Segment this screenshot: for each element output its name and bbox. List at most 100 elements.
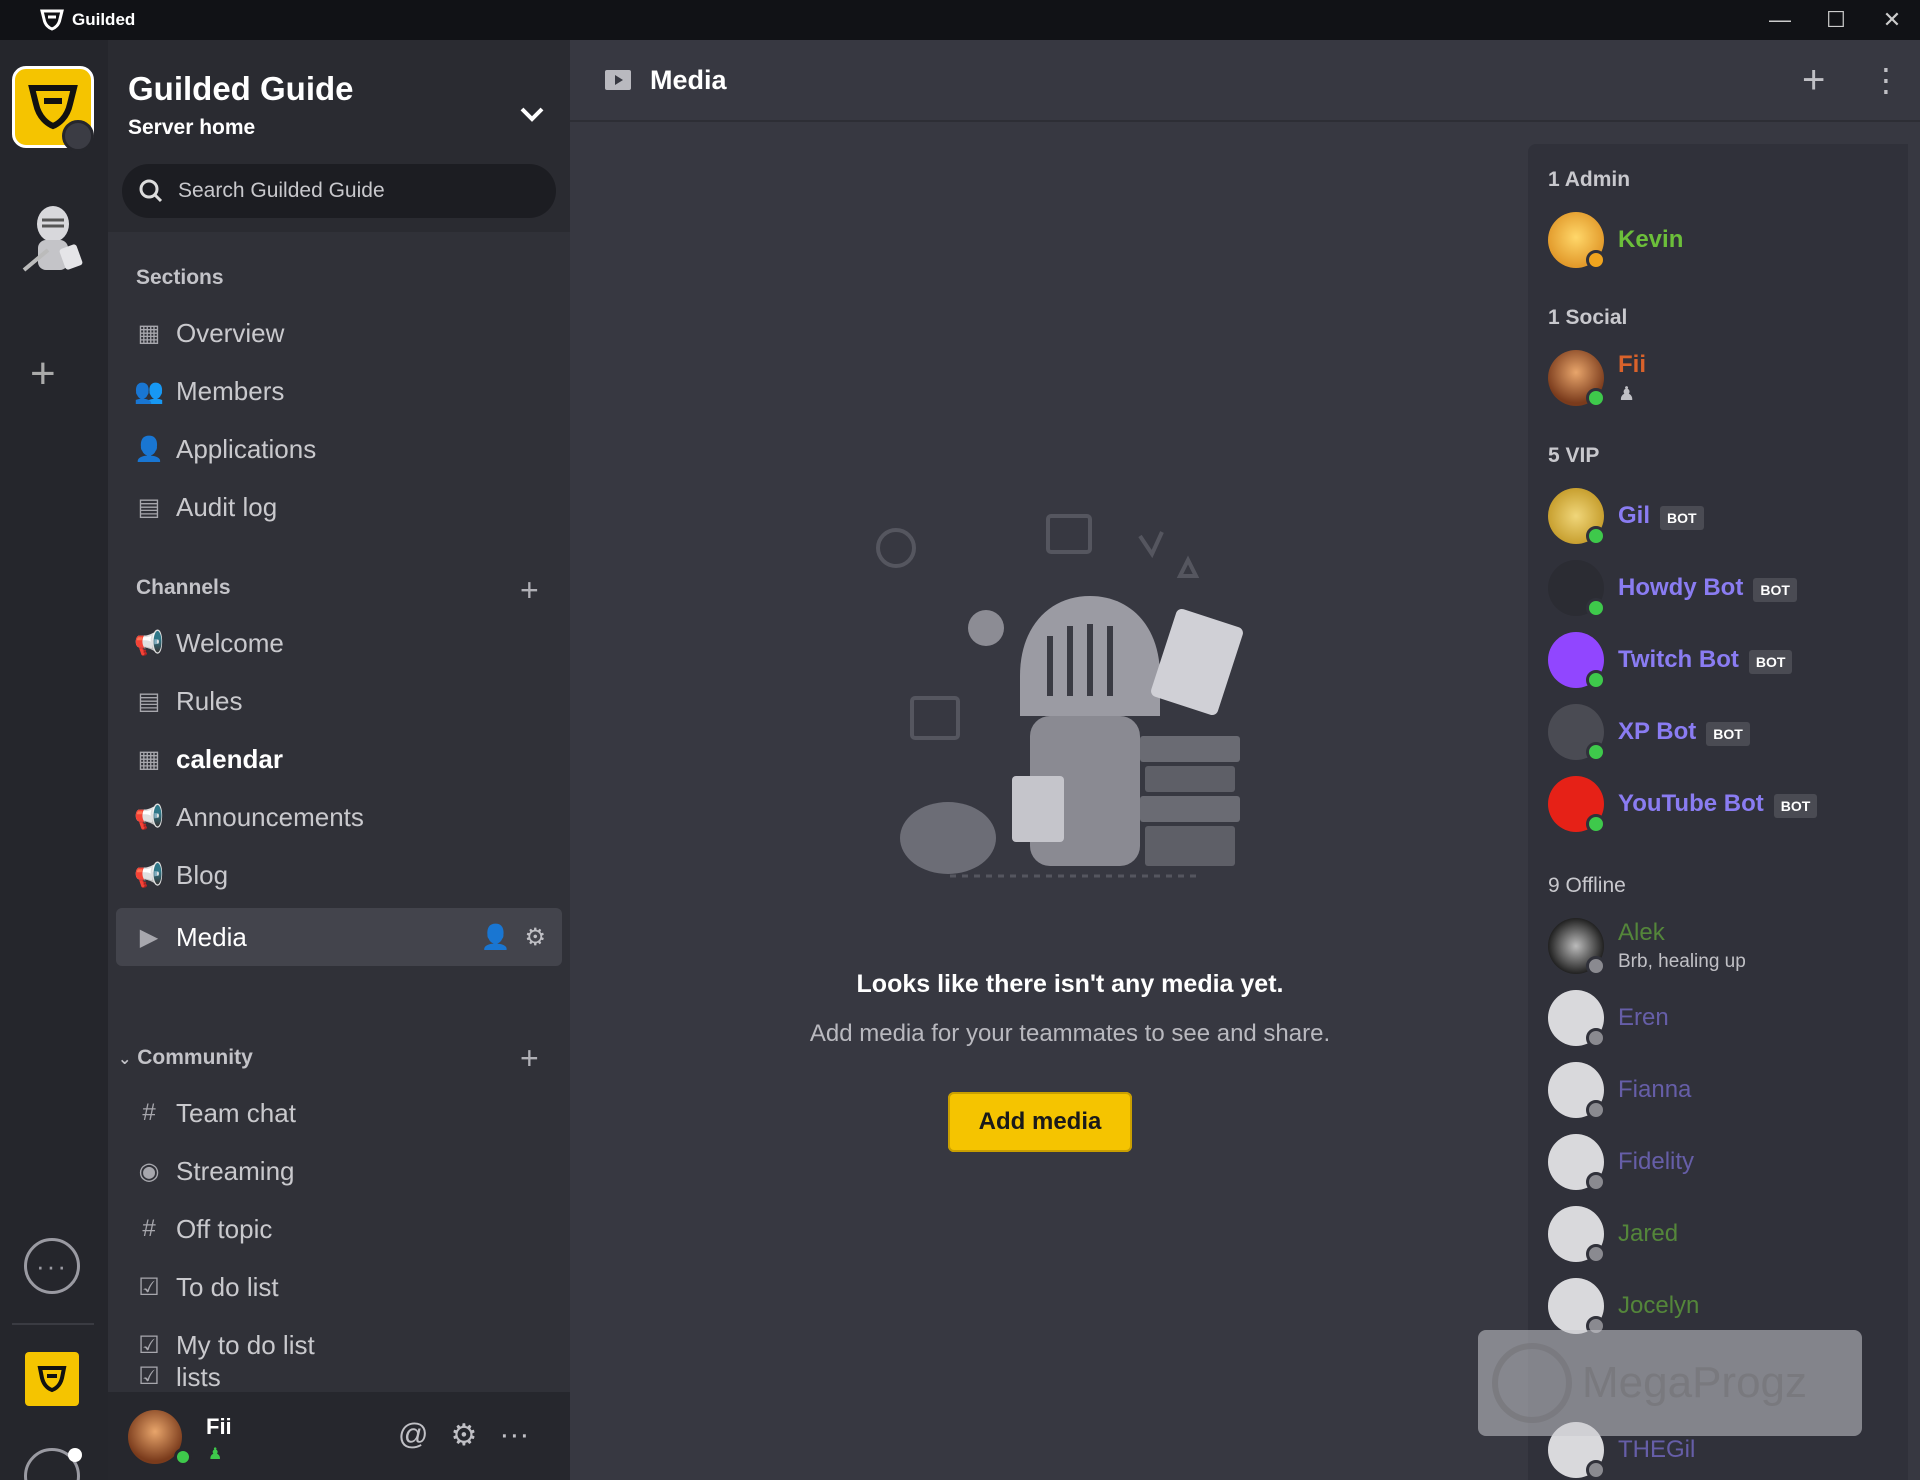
add-icon[interactable]: + <box>1802 60 1825 100</box>
member-name: YouTube Bot <box>1618 789 1764 817</box>
group-label-social: 1 Social <box>1548 306 1628 329</box>
status-offline-dot <box>1586 1028 1606 1048</box>
channel-off-topic[interactable]: # Off topic <box>108 1200 570 1258</box>
avatar <box>1548 1206 1606 1264</box>
channels-label: Channels <box>136 576 231 599</box>
channel-team-chat[interactable]: # Team chat <box>108 1084 570 1142</box>
avatar <box>1548 1134 1606 1192</box>
status-offline-dot <box>1586 1460 1606 1480</box>
avatar <box>1548 990 1606 1048</box>
stream-icon: ◉ <box>138 1157 160 1185</box>
member-fii[interactable]: Fii ♟ <box>1548 348 1898 408</box>
member-gil[interactable]: Gil BOT <box>1548 486 1898 546</box>
watermark-logo-icon <box>1492 1343 1572 1423</box>
empty-state-subtitle: Add media for your teammates to see and … <box>809 1020 1331 1047</box>
avatar <box>1548 918 1606 976</box>
sidebar-item-label: Members <box>176 375 285 406</box>
channel-announcements[interactable]: 📢 Announcements <box>108 788 570 846</box>
server-badge-icon <box>62 120 94 152</box>
avatar <box>1548 560 1606 618</box>
member-twitch-bot[interactable]: Twitch Bot BOT <box>1548 630 1898 690</box>
avatar <box>1548 488 1606 546</box>
knight-server-icon[interactable] <box>18 200 88 280</box>
channel-rules[interactable]: ▤ Rules <box>108 672 570 730</box>
member-youtube-bot[interactable]: YouTube Bot BOT <box>1548 774 1898 834</box>
channel-label: Streaming <box>176 1155 295 1186</box>
member-fidelity[interactable]: Fidelity <box>1548 1132 1898 1192</box>
avatar <box>1548 632 1606 690</box>
channel-media[interactable]: ▶ Media 👤 ⚙ <box>116 908 562 966</box>
group-label-offline: 9 Offline <box>1548 874 1626 897</box>
add-server-icon[interactable]: + <box>30 352 56 396</box>
channel-welcome[interactable]: 📢 Welcome <box>108 614 570 672</box>
member-name: Jocelyn <box>1618 1292 1700 1319</box>
member-jocelyn[interactable]: Jocelyn <box>1548 1276 1898 1336</box>
channel-label: Announcements <box>176 801 364 832</box>
notification-dot <box>68 1448 82 1462</box>
mentions-icon[interactable]: @ <box>398 1418 428 1453</box>
guilded-home-icon[interactable] <box>25 1352 79 1406</box>
search-icon <box>139 179 163 203</box>
minimize-button[interactable]: — <box>1752 0 1808 40</box>
server-name[interactable]: Guilded Guide <box>128 70 354 108</box>
channel-lists[interactable]: ☑ lists <box>108 1360 570 1392</box>
sidebar-item-overview[interactable]: ▦ Overview <box>108 304 570 362</box>
empty-state-title: Looks like there isn't any media yet. <box>856 970 1284 998</box>
sidebar-item-audit-log[interactable]: ▤ Audit log <box>108 478 570 536</box>
bot-badge: BOT <box>1660 506 1704 531</box>
title-bar: Guilded — ☐ ✕ <box>0 0 1920 40</box>
user-name[interactable]: Fii <box>206 1414 232 1440</box>
search-input[interactable]: Search Guilded Guide <box>122 164 556 218</box>
server-home-label[interactable]: Server home <box>128 116 255 140</box>
member-xp-bot[interactable]: XP Bot BOT <box>1548 702 1898 762</box>
member-name: Fianna <box>1618 1076 1692 1103</box>
applications-icon: 👤 <box>134 435 164 463</box>
direct-messages-icon[interactable]: ··· <box>24 1238 80 1294</box>
chevron-down-icon[interactable] <box>512 94 552 134</box>
avatar <box>1548 212 1606 270</box>
gear-icon[interactable]: ⚙ <box>524 923 546 952</box>
member-fianna[interactable]: Fianna <box>1548 1060 1898 1120</box>
close-button[interactable]: ✕ <box>1864 0 1920 40</box>
member-eren[interactable]: Eren <box>1548 988 1898 1048</box>
hash-icon: # <box>142 1215 156 1242</box>
sidebar-item-applications[interactable]: 👤 Applications <box>108 420 570 478</box>
add-community-channel-icon[interactable]: + <box>520 1042 539 1074</box>
user-status-emoji: ♟ <box>208 1446 223 1463</box>
gear-icon[interactable]: ⚙ <box>450 1418 477 1453</box>
sidebar-item-label: Audit log <box>176 491 278 522</box>
channel-label: Welcome <box>176 627 284 658</box>
add-channel-icon[interactable]: + <box>520 574 539 606</box>
status-offline-dot <box>1586 1244 1606 1264</box>
channel-label: My to do list <box>176 1329 315 1360</box>
channel-label: lists <box>176 1362 221 1392</box>
maximize-button[interactable]: ☐ <box>1808 0 1864 40</box>
sidebar-item-members[interactable]: 👥 Members <box>108 362 570 420</box>
member-kevin[interactable]: Kevin <box>1548 210 1898 270</box>
more-vertical-icon[interactable]: ⋮ <box>1870 60 1902 100</box>
status-online-dot <box>1586 598 1606 618</box>
invite-member-icon[interactable]: 👤 <box>481 923 511 952</box>
search-placeholder: Search Guilded Guide <box>178 179 385 202</box>
member-howdy-bot[interactable]: Howdy Bot BOT <box>1548 558 1898 618</box>
status-offline-dot <box>1586 1100 1606 1120</box>
channel-label: Blog <box>176 859 229 890</box>
status-online-dot <box>1586 670 1606 690</box>
channel-to-do-list[interactable]: ☑ To do list <box>108 1258 570 1316</box>
add-media-button[interactable]: Add media <box>948 1092 1132 1152</box>
member-jared[interactable]: Jared <box>1548 1204 1898 1264</box>
channel-streaming[interactable]: ◉ Streaming <box>108 1142 570 1200</box>
member-name: Howdy Bot <box>1618 573 1744 601</box>
channel-title: Media <box>650 64 727 95</box>
more-icon[interactable]: ··· <box>499 1418 529 1453</box>
member-name: Alek <box>1618 919 1665 946</box>
avatar <box>1548 350 1606 408</box>
member-alek[interactable]: Alek Brb, healing up <box>1548 916 1898 976</box>
status-online-dot <box>1586 526 1606 546</box>
app-title: Guilded <box>40 9 135 31</box>
community-label[interactable]: ⌄ Community <box>118 1046 253 1070</box>
audit-log-icon: ▤ <box>137 493 161 521</box>
guilded-logo-icon <box>37 1366 67 1393</box>
channel-calendar[interactable]: ▦ calendar <box>108 730 570 788</box>
channel-blog[interactable]: 📢 Blog <box>108 846 570 904</box>
